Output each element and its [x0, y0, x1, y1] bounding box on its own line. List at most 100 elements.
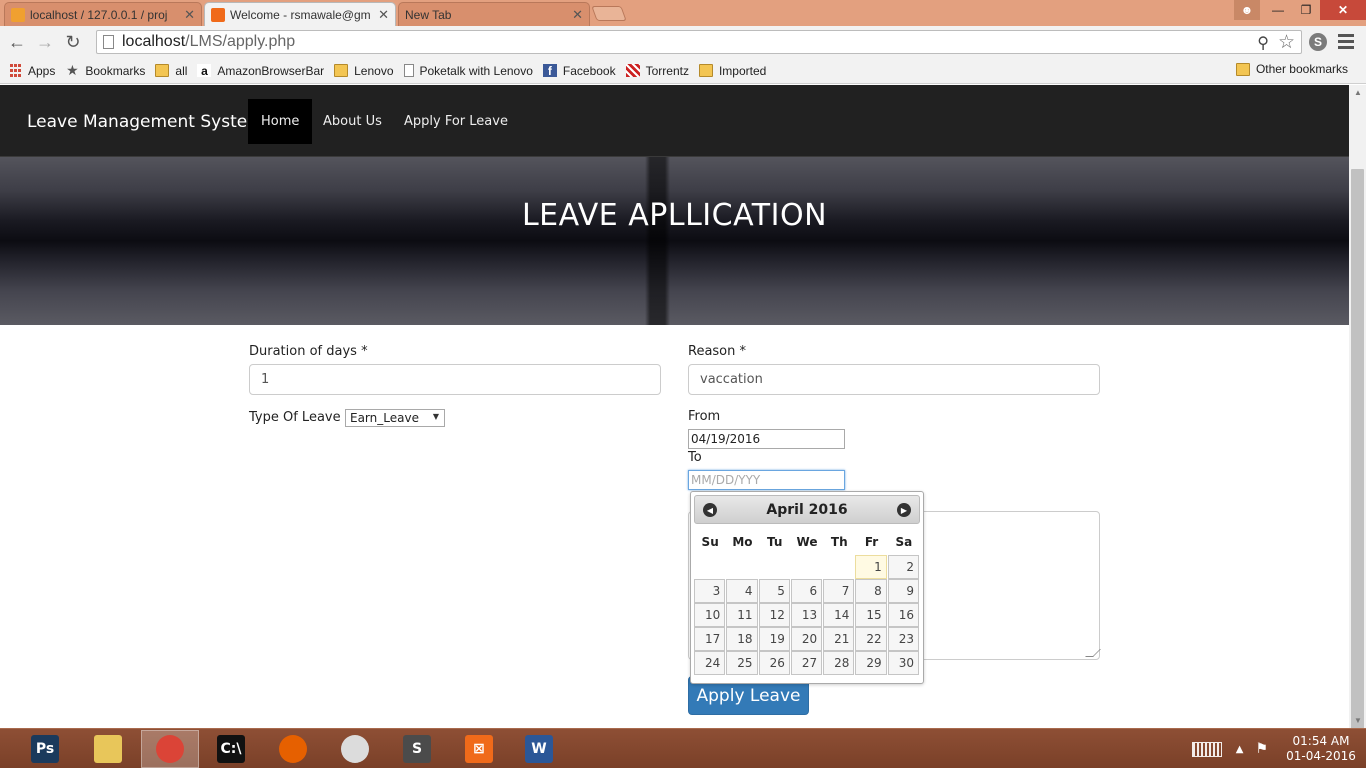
taskbar-app[interactable]: ⊠	[450, 730, 508, 768]
close-tab-icon[interactable]: ✕	[184, 7, 195, 23]
bookmark-item[interactable]: a AmazonBrowserBar	[197, 64, 324, 78]
file-explorer-icon	[94, 735, 122, 763]
close-window-button[interactable]: ✕	[1320, 0, 1366, 20]
leave-type-select[interactable]: Earn_Leave ▼	[345, 409, 445, 427]
calendar-day[interactable]: 13	[790, 603, 823, 627]
address-bar[interactable]: localhost/LMS/apply.php ⚲ ☆	[96, 30, 1302, 54]
calendar-day[interactable]: 7	[823, 579, 855, 603]
taskbar-app[interactable]	[141, 730, 199, 768]
calendar-day[interactable]: 19	[758, 627, 790, 651]
calendar-day[interactable]: 16	[887, 603, 919, 627]
bookmark-label: Lenovo	[354, 63, 394, 78]
taskbar-app[interactable]: W	[510, 730, 568, 768]
taskbar-app[interactable]	[264, 730, 322, 768]
folder-icon	[155, 64, 170, 77]
calendar-day[interactable]: 3	[694, 579, 726, 603]
calendar-day[interactable]: 2	[887, 555, 919, 579]
calendar-day[interactable]: 4	[726, 579, 758, 603]
browser-toolbar: ← → ↻ localhost/LMS/apply.php ⚲ ☆ S	[0, 26, 1366, 58]
calendar-day[interactable]: 22	[855, 627, 887, 651]
skype-extension-icon[interactable]: S	[1309, 33, 1327, 51]
calendar-day[interactable]: 26	[758, 651, 790, 675]
bookmark-item[interactable]: Imported	[698, 64, 766, 78]
weekday-header: We	[796, 535, 818, 549]
bookmark-item[interactable]: Torrentz	[625, 64, 689, 78]
touch-keyboard-icon[interactable]	[1191, 741, 1222, 757]
duration-input[interactable]: 1	[249, 364, 661, 395]
scrollbar-thumb[interactable]	[1351, 169, 1364, 768]
show-hidden-icons-icon[interactable]: ▲	[1236, 744, 1244, 755]
prev-month-icon[interactable]: ◀	[703, 503, 717, 517]
reload-icon[interactable]: ↻	[62, 31, 84, 53]
calendar-day[interactable]: 12	[758, 603, 790, 627]
bookmark-item[interactable]: all	[155, 64, 187, 78]
to-date-input[interactable]: MM/DD/YYY	[688, 470, 845, 490]
datepicker-weekdays: Su Mo Tu We Th Fr Sa	[694, 530, 920, 554]
from-date-input[interactable]: 04/19/2016	[688, 429, 845, 449]
user-profile-icon[interactable]: ☻	[1234, 0, 1260, 20]
weekday-header: Sa	[895, 535, 913, 549]
folder-icon	[334, 64, 349, 77]
resize-handle-icon[interactable]	[1085, 649, 1101, 657]
calendar-day[interactable]: 8	[855, 579, 887, 603]
bookmark-item[interactable]: Poketalk with Lenovo	[403, 63, 533, 78]
taskbar-app[interactable]	[326, 730, 384, 768]
system-clock[interactable]: 01:54 AM 01-04-2016	[1286, 734, 1356, 764]
nav-item-about-us[interactable]: About Us	[310, 99, 395, 144]
taskbar-app[interactable]: S	[388, 730, 446, 768]
browser-tab[interactable]: localhost / 127.0.0.1 / proj ✕	[4, 2, 202, 26]
calendar-day[interactable]: 11	[726, 603, 758, 627]
chrome-menu-icon[interactable]	[1338, 34, 1354, 50]
nav-item-apply-for-leave[interactable]: Apply For Leave	[391, 99, 521, 144]
calendar-day[interactable]: 24	[694, 651, 726, 675]
calendar-day[interactable]: 1	[855, 555, 887, 579]
close-tab-icon[interactable]: ✕	[572, 7, 583, 23]
zoom-icon[interactable]: ⚲	[1257, 33, 1269, 53]
calendar-day[interactable]: 20	[790, 627, 823, 651]
nav-item-home[interactable]: Home	[248, 99, 313, 144]
taskbar-app[interactable]: Ps	[16, 730, 74, 768]
word-icon: W	[525, 735, 553, 763]
calendar-day[interactable]: 21	[823, 627, 855, 651]
forward-icon[interactable]: →	[34, 31, 56, 53]
calendar-day[interactable]: 28	[823, 651, 855, 675]
calendar-day[interactable]: 27	[790, 651, 823, 675]
taskbar-app[interactable]: C:\	[202, 730, 260, 768]
minimize-button[interactable]: —	[1264, 0, 1292, 20]
bookmark-item[interactable]: ★ Bookmarks	[65, 62, 145, 78]
calendar-day[interactable]: 14	[823, 603, 855, 627]
calendar-day[interactable]: 10	[694, 603, 726, 627]
bookmark-item[interactable]: f Facebook	[542, 64, 616, 78]
action-center-flag-icon[interactable]: ⚑	[1255, 741, 1268, 757]
calendar-day[interactable]: 9	[887, 579, 919, 603]
calendar-day[interactable]: 15	[855, 603, 887, 627]
browser-tab[interactable]: New Tab ✕	[398, 2, 590, 26]
new-tab-button[interactable]	[591, 6, 627, 21]
scroll-down-icon[interactable]: ▼	[1354, 716, 1362, 725]
back-icon[interactable]: ←	[6, 31, 28, 53]
calendar-day[interactable]: 18	[726, 627, 758, 651]
taskbar-app[interactable]	[79, 730, 137, 768]
scroll-up-icon[interactable]: ▲	[1354, 88, 1362, 97]
reason-input[interactable]: vaccation	[688, 364, 1100, 395]
calendar-day[interactable]: 17	[694, 627, 726, 651]
browser-tab[interactable]: Welcome - rsmawale@gm ✕	[204, 2, 396, 26]
maximize-button[interactable]: ❐	[1292, 0, 1320, 20]
calendar-day[interactable]: 25	[726, 651, 758, 675]
calendar-day[interactable]: 29	[855, 651, 887, 675]
bookmark-star-icon[interactable]: ☆	[1278, 31, 1295, 54]
calendar-day[interactable]: 6	[790, 579, 823, 603]
calendar-day[interactable]: 5	[758, 579, 790, 603]
windows-taskbar: Ps C:\ S ⊠ W ▲ ⚑ 01:54 AM 01-04-2016	[0, 728, 1366, 768]
clock-time: 01:54 AM	[1292, 734, 1350, 748]
calendar-day[interactable]: 23	[887, 627, 919, 651]
calendar-day[interactable]: 30	[887, 651, 919, 675]
site-brand[interactable]: Leave Management System	[27, 112, 264, 132]
next-month-icon[interactable]: ▶	[897, 503, 911, 517]
bookmark-item[interactable]: Apps	[8, 64, 55, 78]
bookmark-item[interactable]: Lenovo	[334, 63, 394, 78]
close-tab-icon[interactable]: ✕	[378, 7, 389, 23]
bookmark-label: Poketalk with Lenovo	[419, 63, 533, 78]
other-bookmarks[interactable]: Other bookmarks	[1235, 62, 1348, 76]
page-scrollbar[interactable]: ▲ ▼	[1349, 85, 1366, 768]
